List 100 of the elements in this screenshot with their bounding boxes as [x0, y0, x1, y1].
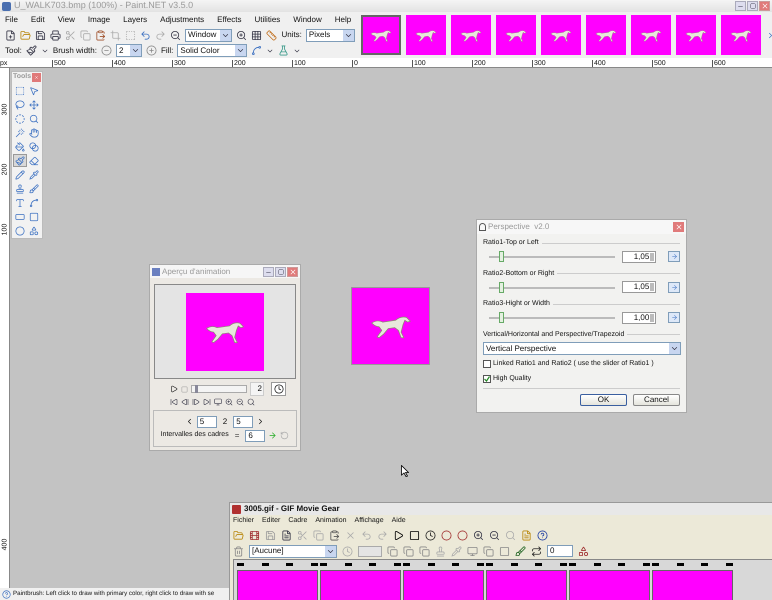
trash-icon[interactable]: [233, 546, 244, 557]
page-icon[interactable]: [281, 530, 292, 542]
stop-icon[interactable]: [409, 530, 420, 542]
tool-button[interactable]: [13, 168, 26, 181]
tool-button[interactable]: [13, 112, 26, 125]
frames-icon[interactable]: [419, 546, 430, 557]
fill-combo[interactable]: Solid Color: [177, 44, 248, 57]
play-icon[interactable]: [170, 385, 178, 393]
flask-icon[interactable]: [278, 45, 290, 56]
brush-icon[interactable]: [515, 546, 526, 557]
frame-thumbnail[interactable]: [631, 15, 671, 55]
monitor-icon[interactable]: [214, 398, 222, 406]
tool-button[interactable]: [28, 98, 41, 111]
checkbox[interactable]: [483, 360, 491, 368]
maximize-icon[interactable]: [750, 3, 756, 9]
folder-icon[interactable]: [20, 30, 31, 40]
from-field[interactable]: 5: [196, 416, 217, 428]
previous-frame-icon[interactable]: [181, 398, 189, 406]
frame-thumbnail[interactable]: [496, 15, 536, 55]
zoom-out-icon[interactable]: [170, 30, 181, 40]
menu-item[interactable]: Effects: [217, 14, 242, 26]
shapes-icon[interactable]: [578, 546, 589, 557]
clipboard-icon[interactable]: [329, 530, 340, 542]
menu-item[interactable]: Layers: [123, 14, 148, 26]
frame-thumbnail[interactable]: [721, 15, 761, 55]
ratio-slider[interactable]: [489, 282, 616, 292]
tool-button[interactable]: [28, 182, 41, 195]
grid-icon[interactable]: [251, 30, 262, 40]
dialog-button[interactable]: OK: [580, 394, 627, 406]
curve-icon[interactable]: [251, 45, 262, 56]
menu-item[interactable]: Image: [88, 14, 110, 26]
tool-button[interactable]: [28, 196, 41, 209]
menu-item[interactable]: View: [58, 14, 75, 26]
menu-item[interactable]: Edit: [30, 14, 45, 26]
reset-button[interactable]: [668, 312, 680, 323]
tool-button[interactable]: [13, 126, 26, 139]
play-icon[interactable]: [393, 530, 404, 542]
help-icon[interactable]: [537, 530, 548, 542]
next-frame-icon[interactable]: [192, 398, 200, 406]
film-icon[interactable]: [249, 530, 260, 542]
slider-thumb[interactable]: [194, 385, 198, 393]
tool-button[interactable]: [28, 210, 41, 223]
tool-button[interactable]: [13, 98, 26, 111]
tool-button[interactable]: [28, 154, 41, 167]
zoom-out-icon[interactable]: [489, 530, 500, 542]
menu-item[interactable]: Window: [293, 14, 322, 26]
timer-button[interactable]: [271, 382, 286, 396]
frame-thumbnail[interactable]: [676, 15, 716, 55]
zoom-icon[interactable]: [247, 398, 255, 406]
tool-button[interactable]: [13, 140, 26, 153]
last-frame-icon[interactable]: [203, 398, 211, 406]
tool-button[interactable]: [13, 154, 26, 167]
zoom-in-icon[interactable]: [236, 30, 248, 40]
ratio-slider[interactable]: [489, 251, 616, 262]
menu-item[interactable]: File: [5, 14, 18, 26]
menu-item[interactable]: Adjustments: [160, 14, 204, 26]
palette-combo[interactable]: [Aucune]: [249, 544, 337, 558]
slider-thumb[interactable]: [499, 312, 504, 323]
tool-button[interactable]: [13, 84, 26, 97]
frame-thumbnail[interactable]: [451, 15, 491, 55]
save-icon[interactable]: [35, 30, 46, 40]
menu-item[interactable]: Utilities: [254, 14, 280, 26]
frames-icon[interactable]: [403, 546, 414, 557]
brush-width-combo[interactable]: 2: [116, 44, 142, 57]
frame-thumbnail[interactable]: [406, 15, 446, 55]
first-frame-icon[interactable]: [170, 398, 178, 406]
increase-icon[interactable]: [146, 45, 157, 56]
printer-icon[interactable]: [50, 30, 61, 40]
zoom-combo[interactable]: Window: [185, 28, 232, 42]
loop-icon[interactable]: [531, 546, 542, 557]
undo-icon[interactable]: [140, 30, 151, 40]
circle-icon[interactable]: [457, 530, 468, 542]
frame-thumbnail[interactable]: [586, 15, 626, 55]
frame-thumbnail[interactable]: [361, 15, 401, 55]
dialog-button[interactable]: Cancel: [633, 394, 680, 406]
tool-button[interactable]: [13, 224, 26, 237]
clipboard-icon[interactable]: [95, 30, 106, 40]
folder-icon[interactable]: [233, 530, 244, 542]
maximize-icon[interactable]: [278, 268, 284, 274]
zoom-in-icon[interactable]: [473, 530, 484, 542]
mode-select[interactable]: Vertical Perspective: [483, 342, 681, 355]
menu-item[interactable]: Help: [334, 14, 352, 26]
tool-button[interactable]: [28, 168, 41, 181]
units-combo[interactable]: Pixels: [306, 28, 355, 42]
tool-button[interactable]: [28, 140, 41, 153]
checkbox[interactable]: [483, 374, 491, 383]
interval-field[interactable]: 6: [245, 430, 266, 442]
close-button[interactable]: [32, 73, 41, 82]
frames-icon[interactable]: [387, 546, 398, 557]
ratio-slider[interactable]: [489, 312, 616, 323]
interval-mode[interactable]: =: [232, 430, 242, 442]
tool-button[interactable]: [28, 224, 41, 237]
reset-button[interactable]: [668, 251, 680, 262]
maximize-button[interactable]: [275, 266, 286, 276]
tool-button[interactable]: [28, 112, 41, 125]
tool-button[interactable]: [28, 126, 41, 139]
slider-thumb[interactable]: [499, 282, 504, 292]
slider-thumb[interactable]: [499, 251, 504, 262]
paintbrush-icon[interactable]: [26, 45, 37, 56]
maximize-button[interactable]: [747, 1, 758, 11]
